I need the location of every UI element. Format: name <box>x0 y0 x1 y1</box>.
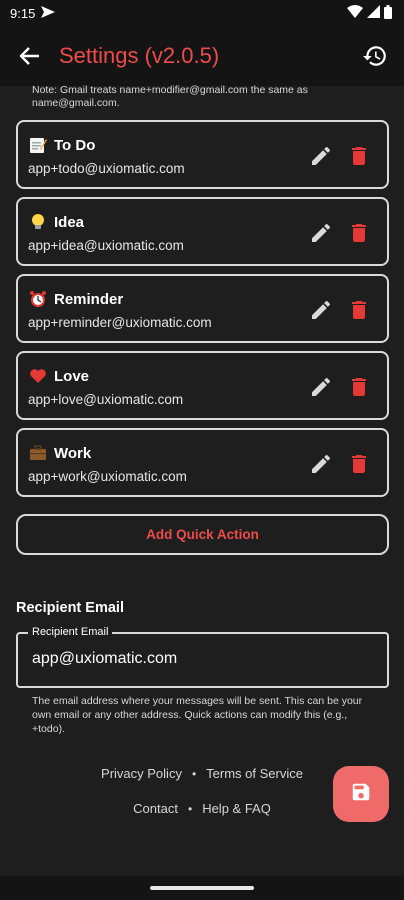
separator-dot: • <box>191 766 197 781</box>
delete-trash-icon[interactable] <box>347 375 371 399</box>
delete-trash-icon[interactable] <box>347 144 371 168</box>
light-bulb-icon <box>28 212 48 232</box>
quick-action-email: app+todo@uxiomatic.com <box>28 161 185 176</box>
quick-action-card[interactable]: Idea app+idea@uxiomatic.com <box>16 197 389 266</box>
quick-action-card[interactable]: Work app+work@uxiomatic.com <box>16 428 389 497</box>
app-bar: Settings (v2.0.5) <box>0 26 404 86</box>
save-icon <box>350 781 372 808</box>
recipient-email-input[interactable] <box>32 650 372 668</box>
quick-action-title: Reminder <box>54 290 124 308</box>
terms-of-service-link[interactable]: Terms of Service <box>206 766 303 781</box>
wifi-icon <box>347 5 363 21</box>
memo-icon <box>28 135 48 155</box>
delete-trash-icon[interactable] <box>347 221 371 245</box>
briefcase-icon <box>28 443 48 463</box>
edit-pencil-icon[interactable] <box>309 298 333 322</box>
edit-pencil-icon[interactable] <box>309 452 333 476</box>
delete-trash-icon[interactable] <box>347 452 371 476</box>
recipient-email-field[interactable]: Recipient Email <box>16 626 389 688</box>
quick-action-title: To Do <box>54 136 96 154</box>
history-icon[interactable] <box>360 41 390 71</box>
system-nav-bar <box>0 876 404 900</box>
quick-action-email: app+work@uxiomatic.com <box>28 469 187 484</box>
recipient-section-title: Recipient Email <box>16 600 124 616</box>
privacy-policy-link[interactable]: Privacy Policy <box>101 766 182 781</box>
save-button[interactable] <box>333 766 389 822</box>
battery-icon <box>384 4 392 22</box>
quick-action-email: app+love@uxiomatic.com <box>28 392 184 407</box>
edit-pencil-icon[interactable] <box>309 221 333 245</box>
quick-action-card[interactable]: Reminder app+reminder@uxiomatic.com <box>16 274 389 343</box>
quick-action-email: app+reminder@uxiomatic.com <box>28 315 212 330</box>
add-quick-action-button[interactable]: Add Quick Action <box>16 514 389 555</box>
alarm-clock-icon <box>28 289 48 309</box>
navigation-arrow-icon <box>41 5 56 21</box>
signal-icon <box>367 5 380 21</box>
home-indicator[interactable] <box>150 886 254 890</box>
status-bar: 9:15 <box>0 0 404 26</box>
edit-pencil-icon[interactable] <box>309 375 333 399</box>
back-arrow-icon[interactable] <box>16 42 44 70</box>
quick-action-list: To Do app+todo@uxiomatic.com Idea app+id… <box>16 120 389 505</box>
quick-action-title: Work <box>54 444 92 462</box>
heart-icon <box>28 366 48 386</box>
quick-action-card[interactable]: Love app+love@uxiomatic.com <box>16 351 389 420</box>
help-faq-link[interactable]: Help & FAQ <box>202 801 271 816</box>
quick-action-email: app+idea@uxiomatic.com <box>28 238 184 253</box>
quick-action-title: Love <box>54 367 90 385</box>
contact-link[interactable]: Contact <box>133 801 178 816</box>
quick-action-title: Idea <box>54 213 85 231</box>
recipient-email-label: Recipient Email <box>28 626 113 638</box>
delete-trash-icon[interactable] <box>347 298 371 322</box>
separator-dot: • <box>187 801 193 816</box>
page-title: Settings (v2.0.5) <box>59 43 220 68</box>
status-time: 9:15 <box>10 5 36 21</box>
edit-pencil-icon[interactable] <box>309 144 333 168</box>
recipient-helper-text: The email address where your messages wi… <box>32 695 363 735</box>
quick-action-card[interactable]: To Do app+todo@uxiomatic.com <box>16 120 389 189</box>
gmail-note: Note: Gmail treats name+modifier@gmail.c… <box>32 84 308 109</box>
